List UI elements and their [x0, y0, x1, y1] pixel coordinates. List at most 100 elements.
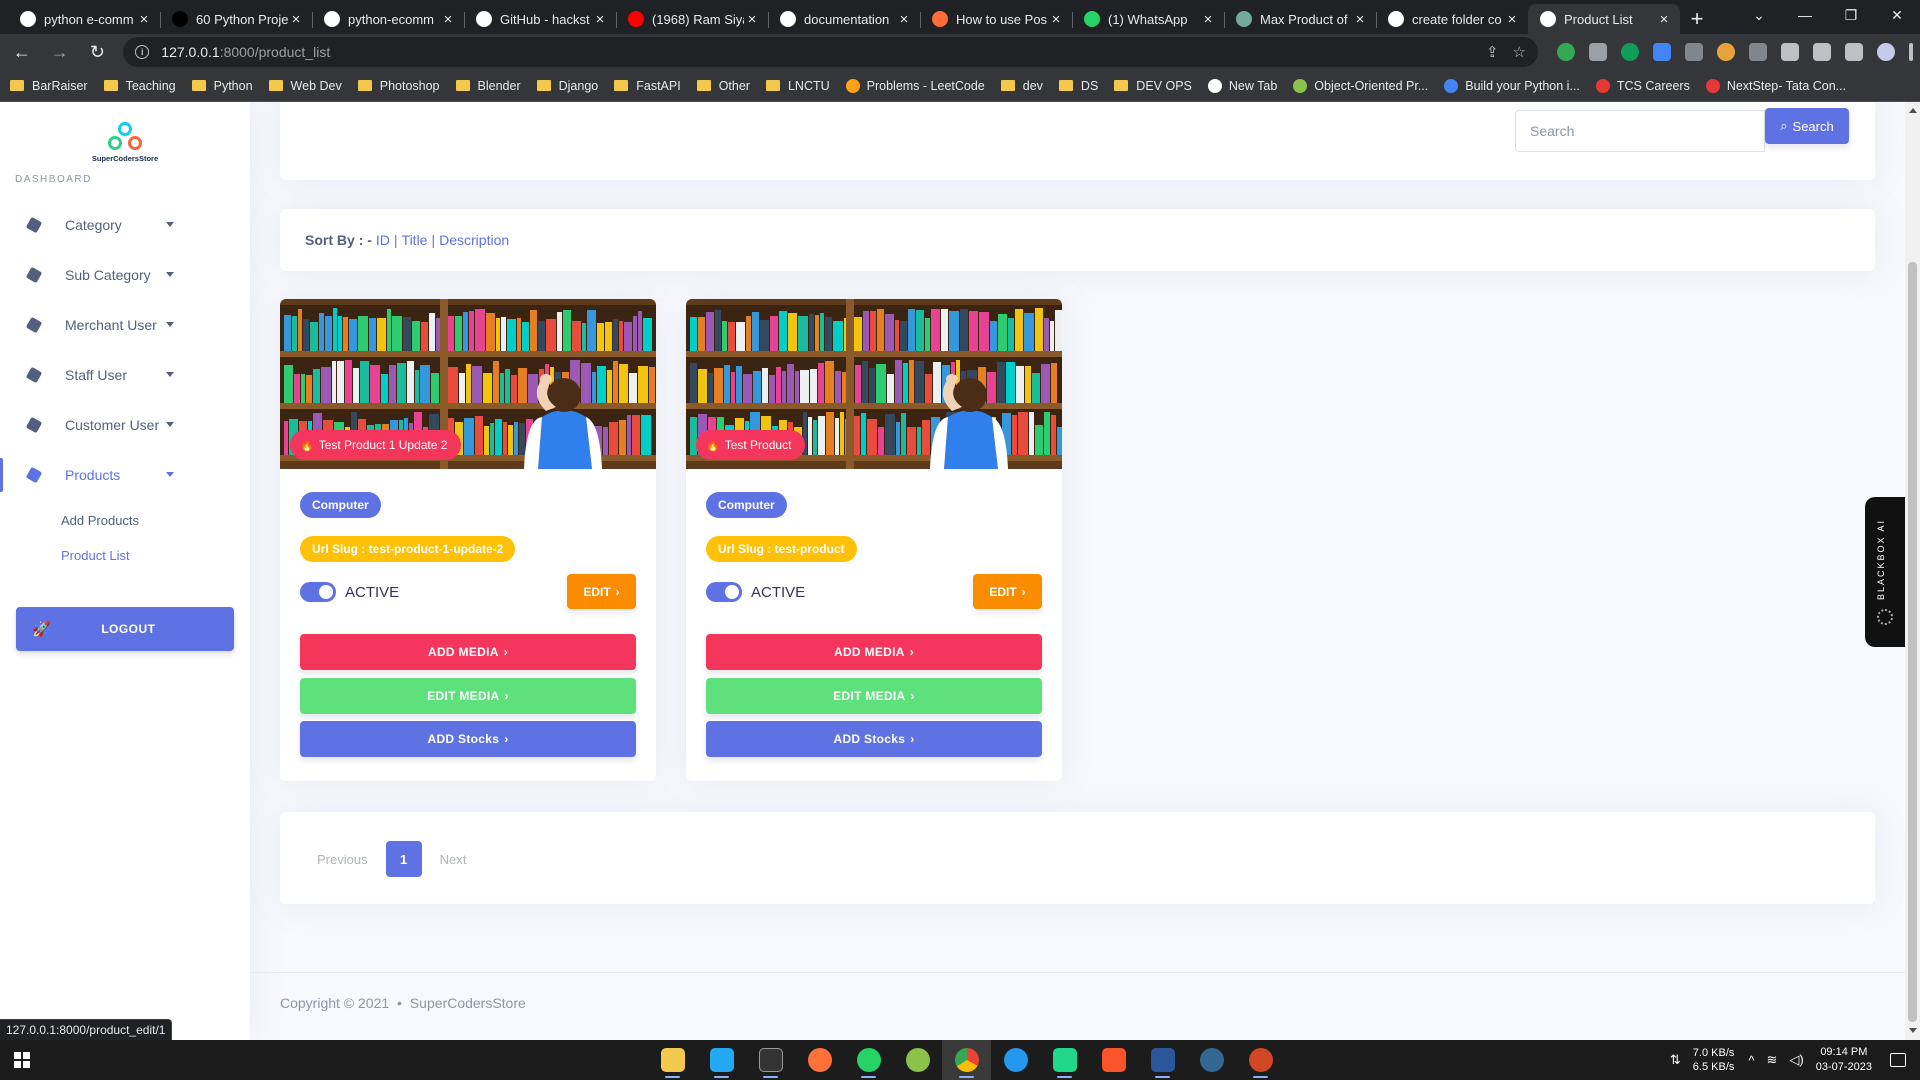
bookmark-item[interactable]: Django [536, 79, 598, 93]
tab-search-icon[interactable]: ⌄ [1736, 0, 1782, 30]
close-tab-icon[interactable]: × [1504, 11, 1520, 28]
bookmark-item[interactable]: DEV OPS [1114, 79, 1192, 93]
extension-icon[interactable] [1749, 43, 1767, 61]
chrome-icon[interactable] [942, 1040, 991, 1080]
share-icon[interactable]: ⇪ [1486, 43, 1499, 61]
close-tab-icon[interactable]: × [592, 11, 608, 28]
add-stocks-button[interactable]: ADD Stocks › [300, 721, 636, 757]
browser-tab[interactable]: documentation × [768, 4, 920, 34]
bookmark-item[interactable]: Problems - LeetCode [845, 78, 985, 93]
bookmark-item[interactable]: Photoshop [357, 79, 440, 93]
add-stocks-button[interactable]: ADD Stocks › [706, 721, 1042, 757]
reload-icon[interactable]: ↻ [82, 36, 114, 68]
bookmark-star-icon[interactable]: ☆ [1513, 43, 1526, 61]
sidebar-item-staff-user[interactable]: Staff User [0, 350, 250, 400]
close-tab-icon[interactable]: × [896, 11, 912, 28]
wifi-icon[interactable]: ≋ [1766, 1052, 1777, 1068]
restore-button[interactable]: ❐ [1828, 0, 1874, 30]
page-scrollbar[interactable] [1905, 102, 1920, 1040]
forward-icon[interactable]: → [44, 36, 76, 68]
bookmark-item[interactable]: DS [1058, 79, 1098, 93]
close-window-button[interactable]: ✕ [1874, 0, 1920, 30]
close-tab-icon[interactable]: × [136, 11, 152, 28]
sort-by-id-link[interactable]: ID [376, 232, 390, 248]
terminal-icon[interactable] [746, 1040, 795, 1080]
browser-tab[interactable]: create folder co × [1376, 4, 1528, 34]
bookmark-item[interactable]: NextStep- Tata Con... [1705, 78, 1846, 93]
bookmark-item[interactable]: dev [1000, 79, 1043, 93]
sidebar-item-products[interactable]: Products [0, 450, 250, 500]
back-icon[interactable]: ← [6, 36, 38, 68]
reading-list-icon[interactable] [1813, 43, 1831, 61]
edit-button[interactable]: EDIT › [973, 574, 1042, 609]
browser-tab[interactable]: How to use Pos × [920, 4, 1072, 34]
extension-icon[interactable] [1717, 43, 1735, 61]
browser-tab[interactable]: (1968) Ram Siya × [616, 4, 768, 34]
extension-icon[interactable] [1557, 43, 1575, 61]
add-media-button[interactable]: ADD MEDIA › [706, 634, 1042, 670]
profile-avatar[interactable] [1877, 43, 1895, 61]
pagination-page[interactable]: 1 [385, 841, 422, 877]
side-panel-icon[interactable] [1845, 43, 1863, 61]
sidebar-item-category[interactable]: Category [0, 200, 250, 250]
clock[interactable]: 09:14 PM 03-07-2023 [1816, 1045, 1872, 1075]
brave-icon[interactable] [1089, 1040, 1138, 1080]
extension-icon[interactable] [1653, 43, 1671, 61]
powerpoint-icon[interactable] [1236, 1040, 1285, 1080]
bookmark-item[interactable]: Other [696, 79, 750, 93]
active-toggle[interactable] [706, 582, 742, 602]
sort-by-title-link[interactable]: Title [402, 232, 428, 248]
vscode-icon[interactable] [697, 1040, 746, 1080]
volume-icon[interactable]: ◁) [1789, 1052, 1803, 1068]
sidebar-subitem-add-products[interactable]: Add Products [0, 503, 250, 538]
bookmark-item[interactable]: TCS Careers [1595, 78, 1690, 93]
new-tab-button[interactable]: + [1680, 4, 1714, 34]
chevron-up-icon[interactable]: ^ [1748, 1053, 1754, 1068]
firefox-icon[interactable] [795, 1040, 844, 1080]
bookmark-item[interactable]: Python [191, 79, 253, 93]
extension-icon[interactable] [1589, 43, 1607, 61]
scroll-up-icon[interactable] [1909, 108, 1917, 113]
bookmark-item[interactable]: LNCTU [765, 79, 830, 93]
sidebar-item-sub-category[interactable]: Sub Category [0, 250, 250, 300]
minimize-button[interactable]: — [1782, 0, 1828, 30]
docker-icon[interactable] [991, 1040, 1040, 1080]
file-explorer-icon[interactable] [648, 1040, 697, 1080]
bookmark-item[interactable]: Build your Python i... [1444, 78, 1580, 93]
pagination-next[interactable]: Next [427, 841, 479, 877]
edit-media-button[interactable]: EDIT MEDIA › [300, 678, 636, 714]
close-tab-icon[interactable]: × [1352, 11, 1368, 28]
bookmark-item[interactable]: FastAPI [614, 79, 681, 93]
search-input[interactable]: Search [1515, 110, 1765, 152]
bookmark-item[interactable]: Blender [455, 79, 521, 93]
browser-tab[interactable]: python e-comm × [8, 4, 160, 34]
scrollbar-thumb[interactable] [1908, 262, 1917, 1022]
address-bar[interactable]: i 127.0.0.1:8000/product_list ⇪ ☆ [123, 37, 1538, 67]
app-icon[interactable] [893, 1040, 942, 1080]
pagination-previous[interactable]: Previous [305, 841, 380, 877]
browser-tab[interactable]: Product List × [1528, 4, 1680, 34]
pycharm-icon[interactable] [1040, 1040, 1089, 1080]
close-tab-icon[interactable]: × [1656, 11, 1672, 28]
windows-start-icon[interactable] [14, 1052, 30, 1068]
bookmark-item[interactable]: Object-Oriented Pr... [1293, 78, 1428, 93]
whatsapp-icon[interactable] [844, 1040, 893, 1080]
sidebar-subitem-product-list[interactable]: Product List [0, 538, 250, 573]
postgres-icon[interactable] [1187, 1040, 1236, 1080]
bookmark-item[interactable]: BarRaiser [10, 79, 88, 93]
puzzle-icon[interactable] [1781, 43, 1799, 61]
edit-button[interactable]: EDIT › [567, 574, 636, 609]
word-icon[interactable] [1138, 1040, 1187, 1080]
active-toggle[interactable] [300, 582, 336, 602]
footer-brand-link[interactable]: SuperCodersStore [410, 995, 526, 1011]
blackbox-ai-widget[interactable]: BLACKBOX AI [1865, 497, 1905, 647]
edit-media-button[interactable]: EDIT MEDIA › [706, 678, 1042, 714]
logout-button[interactable]: 🚀 LOGOUT [16, 607, 234, 651]
brand-logo[interactable]: SuperCodersStore [88, 122, 162, 163]
sidebar-item-customer-user[interactable]: Customer User [0, 400, 250, 450]
add-media-button[interactable]: ADD MEDIA › [300, 634, 636, 670]
extension-icon[interactable] [1621, 43, 1639, 61]
bookmark-item[interactable]: New Tab [1207, 78, 1277, 93]
close-tab-icon[interactable]: × [1048, 11, 1064, 28]
bookmark-item[interactable]: Web Dev [268, 79, 342, 93]
